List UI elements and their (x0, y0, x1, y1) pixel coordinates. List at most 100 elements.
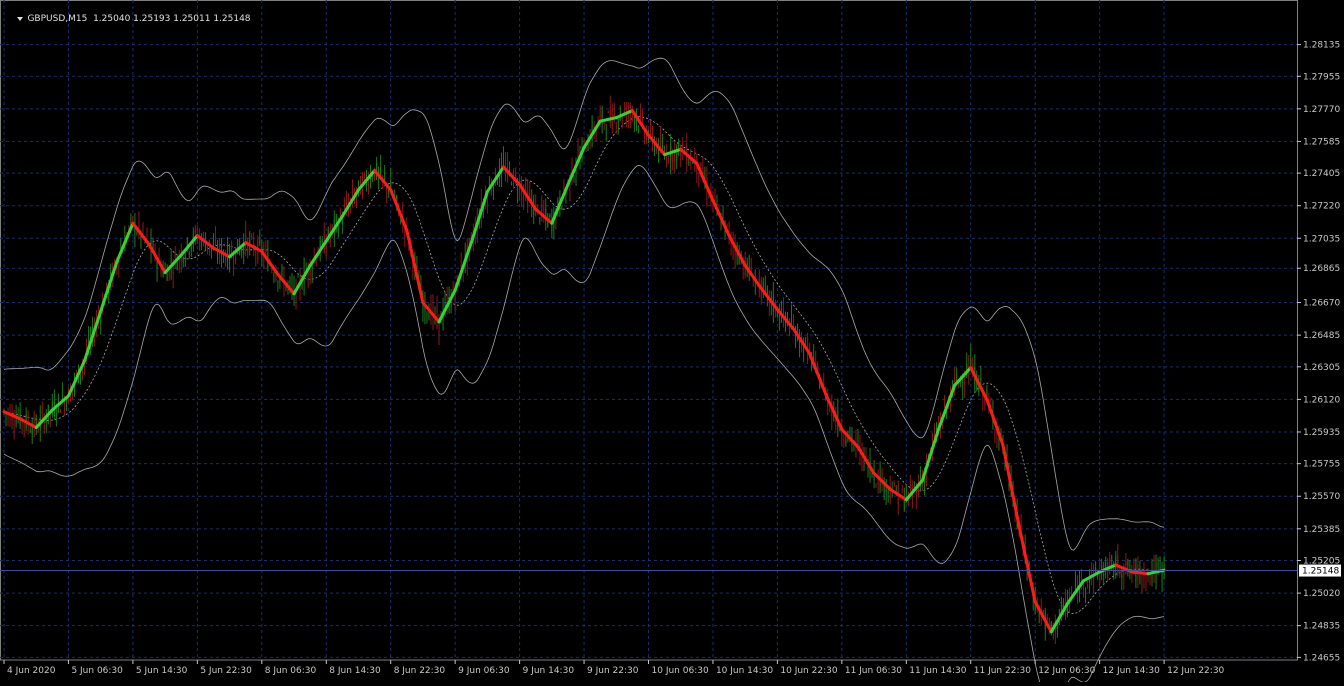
candle-body (255, 250, 257, 254)
candle-body (803, 348, 805, 354)
candle-body (577, 151, 579, 157)
candle-body (214, 239, 216, 243)
candle-body (247, 239, 249, 255)
candle-body (382, 175, 384, 177)
candle-body (639, 114, 641, 119)
candle-body (496, 182, 498, 185)
price-tick-label: 1.27955 (1303, 72, 1340, 82)
candle-body (817, 364, 819, 370)
trend-segment-down (1001, 443, 1021, 528)
price-tick-label: 1.25755 (1303, 460, 1340, 470)
candle-body (130, 218, 132, 220)
candle-body (202, 234, 204, 237)
price-tick-label: 1.26670 (1303, 299, 1340, 309)
candle-body (762, 281, 764, 288)
candle-body (174, 254, 176, 257)
candle-body (31, 427, 33, 435)
price-chart[interactable]: 1.28135 1.27955 1.27770 1.27585 1.27405 1.272… (0, 0, 1344, 686)
price-tick-label: 1.26485 (1303, 331, 1340, 341)
candle-body (515, 174, 517, 177)
candle-body (714, 196, 716, 198)
candle-body (337, 225, 339, 233)
candle-body (37, 430, 39, 432)
candle-body (583, 137, 585, 141)
candle-body (265, 250, 267, 252)
candle-body (617, 121, 619, 123)
candle-body (782, 307, 784, 314)
candle-body (788, 328, 790, 334)
time-tick-label: 11 Jun 22:30 (974, 666, 1031, 676)
ohlc-values: 1.25040 1.25193 1.25011 1.25148 (93, 14, 251, 24)
candle-body (662, 146, 664, 149)
candle-body (857, 440, 859, 442)
price-tick-label: 1.27770 (1303, 105, 1340, 115)
time-tick-label: 11 Jun 14:30 (909, 666, 966, 676)
time-tick-label: 9 Jun 06:30 (458, 666, 510, 676)
candle-body (225, 257, 227, 264)
candle-body (301, 285, 303, 289)
price-tick-label: 1.26865 (1303, 264, 1340, 274)
chevron-down-icon[interactable] (17, 16, 24, 21)
trend-segment-up (453, 241, 473, 292)
candle-body (446, 299, 448, 302)
candle-body (45, 418, 47, 423)
candle-body (1046, 616, 1048, 621)
price-tick-label: 1.24835 (1303, 622, 1340, 632)
candle-body (341, 220, 343, 224)
candle-body (136, 231, 138, 234)
time-tick-label: 8 Jun 14:30 (329, 666, 381, 676)
trend-segment-up (99, 260, 119, 313)
candle-body (15, 418, 17, 426)
time-tick-label: 12 Jun 14:30 (1103, 666, 1160, 676)
candle-body (384, 177, 386, 179)
candle-body (335, 216, 337, 222)
candle-body (752, 285, 754, 287)
candle-body (883, 484, 885, 494)
candle-body (650, 127, 652, 129)
candle-body (944, 403, 946, 407)
candle-body (315, 260, 317, 265)
candle-body (682, 143, 684, 150)
time-tick-label: 12 Jun 22:30 (1167, 666, 1224, 676)
candle-body (188, 252, 190, 255)
symbol-header: GBPUSD,M15 1.25040 1.25193 1.25011 1.251… (6, 4, 251, 34)
candle-body (766, 287, 768, 295)
price-tick-label: 1.27585 (1303, 137, 1340, 147)
candle-body (490, 190, 492, 193)
candle-body (561, 205, 563, 210)
candle-body (1121, 574, 1123, 578)
candle-body (815, 359, 817, 361)
price-tick-label: 1.26120 (1303, 395, 1340, 405)
candle-body (277, 281, 279, 284)
candle-body (1103, 574, 1105, 577)
chart-canvas[interactable]: 1.28135 1.27955 1.27770 1.27585 1.27405 1.272… (0, 0, 1344, 686)
candle-body (790, 316, 792, 324)
candle-body (368, 182, 370, 188)
candle-body (364, 173, 366, 178)
candle-body (271, 268, 273, 272)
current-price-label: 1.25148 (1302, 567, 1339, 577)
grid-layer (0, 0, 1298, 661)
candle-body (901, 489, 903, 491)
candle-body (206, 245, 208, 248)
candle-body (400, 220, 402, 223)
trend-segment-down (389, 188, 409, 232)
candle-body (1141, 577, 1143, 582)
candle-body (764, 285, 766, 287)
time-tick-label: 9 Jun 22:30 (587, 666, 639, 676)
candles (3, 95, 1165, 645)
candle-body (545, 208, 547, 217)
candle-body (517, 189, 519, 191)
candle-body (357, 180, 359, 185)
candle-body (1159, 566, 1161, 568)
candle-body (156, 261, 158, 269)
candle-body (321, 239, 323, 244)
candle-body (621, 118, 623, 122)
price-tick-label: 1.24655 (1303, 653, 1340, 663)
candle-body (388, 190, 390, 194)
candle-body (273, 275, 275, 277)
candle-body (891, 495, 893, 497)
trend-segment-down (1130, 570, 1150, 576)
candle-body (980, 377, 982, 382)
candle-body (537, 204, 539, 206)
